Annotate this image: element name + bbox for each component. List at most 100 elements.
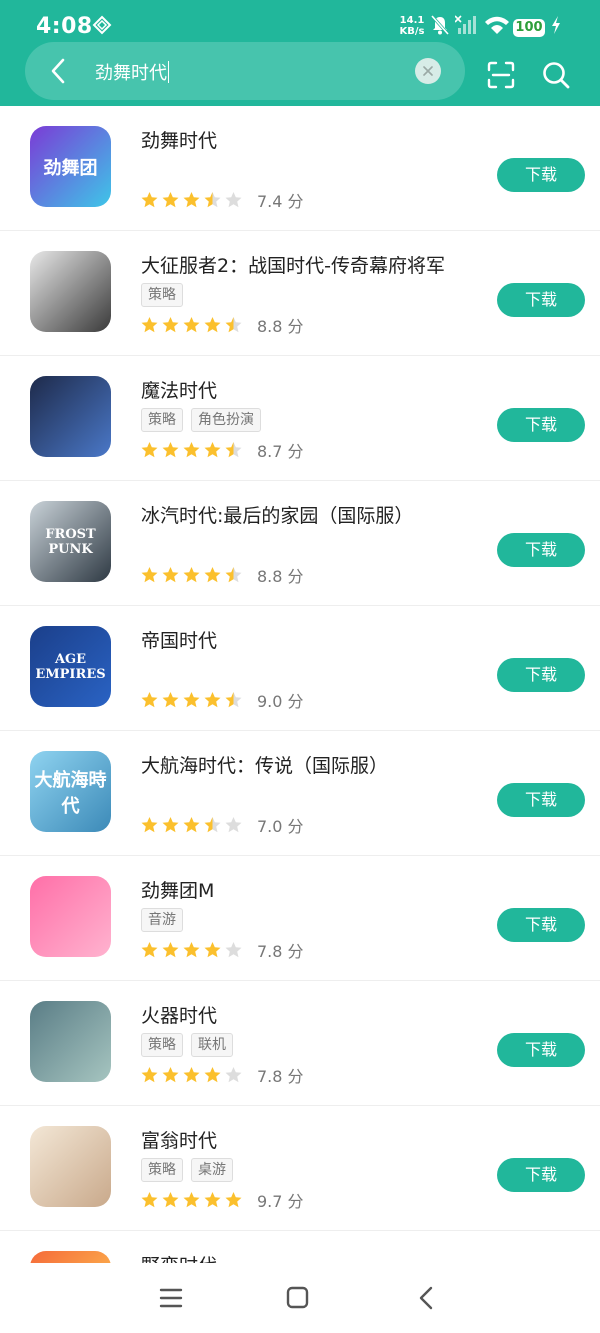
star-icon (162, 567, 179, 583)
top-header: 4:08 14.1 KB/s 100 劲舞时代 (0, 0, 600, 106)
star-empty-icon (225, 192, 242, 208)
app-score: 7.4 分 (257, 192, 304, 211)
app-title[interactable]: 大征服者2：战国时代-传奇幕府将军 (141, 251, 445, 278)
download-button[interactable]: 下载 (497, 533, 585, 567)
download-button[interactable]: 下载 (497, 158, 585, 192)
app-icon[interactable]: AGE EMPIRES (30, 626, 111, 707)
star-half-icon (225, 317, 242, 333)
app-list-item[interactable]: FROST PUNK 冰汽时代:最后的家园（国际服） 8.8 分 下载 (0, 481, 600, 606)
app-score: 8.8 分 (257, 317, 304, 336)
battery-level: 100 (513, 19, 545, 37)
text-cursor (168, 61, 169, 83)
app-list-item[interactable]: 野蛮时代 (0, 1231, 600, 1263)
search-results-list[interactable]: 劲舞团 劲舞时代 7.4 分下载 大征服者2：战国时代-传奇幕府将军 策略 8.8 分下载… (0, 106, 600, 1263)
app-list-item[interactable]: 大航海時代 大航海时代：传说（国际服） 7.0 分 下载 (0, 731, 600, 856)
app-icon[interactable] (30, 251, 111, 332)
app-list-item[interactable]: 火器时代 策略 联机 7.8 分 下载 (0, 981, 600, 1106)
search-button[interactable] (541, 60, 571, 90)
app-icon[interactable] (30, 376, 111, 457)
status-time: 4:08 (36, 14, 93, 39)
app-list-item[interactable]: 劲舞团M 音游 7.8 分 下载 (0, 856, 600, 981)
star-icon (162, 317, 179, 333)
app-title[interactable]: 富翁时代 (141, 1126, 217, 1153)
home-button[interactable] (285, 1285, 311, 1311)
scan-button[interactable] (486, 60, 516, 90)
charging-icon (550, 14, 562, 40)
star-half-icon (204, 192, 221, 208)
star-icon (204, 317, 221, 333)
search-input[interactable]: 劲舞时代 (95, 59, 169, 85)
star-icon (183, 942, 200, 958)
star-icon (162, 1067, 179, 1083)
app-title[interactable]: 大航海时代：传说（国际服） (141, 751, 388, 778)
app-title[interactable]: 劲舞时代 (141, 126, 217, 153)
download-button[interactable]: 下载 (497, 1158, 585, 1192)
star-icon (225, 1192, 242, 1208)
star-icon (183, 442, 200, 458)
net-speed-unit: KB/s (399, 26, 425, 37)
app-title[interactable]: 魔法时代 (141, 376, 217, 403)
star-icon (162, 442, 179, 458)
clear-search-button[interactable] (415, 58, 441, 84)
star-icon (183, 567, 200, 583)
app-list-item[interactable]: 魔法时代 策略 角色扮演 8.7 分 下载 (0, 356, 600, 481)
app-icon-label: 大航海時代 (34, 769, 107, 817)
app-rating: 8.7 分 (140, 438, 304, 462)
menu-button[interactable] (158, 1285, 184, 1311)
back-button[interactable] (43, 55, 73, 87)
app-icon[interactable]: FROST PUNK (30, 501, 111, 582)
wifi-icon (484, 14, 510, 40)
app-tag: 音游 (141, 908, 183, 932)
app-list-item[interactable]: 劲舞团 劲舞时代 7.4 分 下载 (0, 106, 600, 231)
app-score: 7.0 分 (257, 817, 304, 836)
app-list-item[interactable]: AGE EMPIRES 帝国时代 9.0 分 下载 (0, 606, 600, 731)
app-rating: 7.0 分 (140, 813, 304, 837)
star-empty-icon (225, 1067, 242, 1083)
app-tag: 策略 (141, 283, 183, 307)
app-score: 8.8 分 (257, 567, 304, 586)
app-title[interactable]: 帝国时代 (141, 626, 217, 653)
star-half-icon (204, 817, 221, 833)
scan-icon (487, 61, 515, 89)
search-bar[interactable]: 劲舞时代 (25, 42, 465, 100)
star-half-icon (225, 567, 242, 583)
download-button[interactable]: 下载 (497, 283, 585, 317)
star-icon (162, 692, 179, 708)
signal-icon (454, 14, 479, 40)
star-icon (162, 817, 179, 833)
app-title[interactable]: 劲舞团M (141, 876, 214, 903)
star-icon (204, 692, 221, 708)
bell-off-icon (430, 14, 450, 40)
app-score: 7.8 分 (257, 1067, 304, 1086)
app-title[interactable]: 火器时代 (141, 1001, 217, 1028)
app-rating: 9.0 分 (140, 688, 304, 712)
download-button[interactable]: 下载 (497, 783, 585, 817)
app-icon[interactable] (30, 1126, 111, 1207)
app-icon[interactable] (30, 876, 111, 957)
star-icon (162, 192, 179, 208)
star-empty-icon (225, 942, 242, 958)
app-icon[interactable] (30, 1251, 111, 1263)
home-square-icon (286, 1286, 309, 1309)
download-button[interactable]: 下载 (497, 408, 585, 442)
close-icon (423, 66, 433, 76)
chevron-left-icon (51, 58, 65, 84)
app-title[interactable]: 冰汽时代:最后的家园（国际服） (141, 501, 413, 528)
system-back-button[interactable] (414, 1285, 440, 1311)
star-icon (204, 1067, 221, 1083)
star-half-icon (225, 442, 242, 458)
star-icon (141, 1192, 158, 1208)
star-icon (141, 942, 158, 958)
system-nav-bar (0, 1263, 600, 1333)
download-button[interactable]: 下载 (497, 1033, 585, 1067)
app-icon[interactable] (30, 1001, 111, 1082)
download-button[interactable]: 下载 (497, 658, 585, 692)
star-icon (141, 1067, 158, 1083)
app-list-item[interactable]: 富翁时代 策略 桌游 9.7 分 下载 (0, 1106, 600, 1231)
app-title[interactable]: 野蛮时代 (141, 1251, 217, 1263)
app-tag: 策略 (141, 1158, 183, 1182)
app-list-item[interactable]: 大征服者2：战国时代-传奇幕府将军 策略 8.8 分 下载 (0, 231, 600, 356)
app-icon[interactable]: 大航海時代 (30, 751, 111, 832)
app-icon[interactable]: 劲舞团 (30, 126, 111, 207)
download-button[interactable]: 下载 (497, 908, 585, 942)
